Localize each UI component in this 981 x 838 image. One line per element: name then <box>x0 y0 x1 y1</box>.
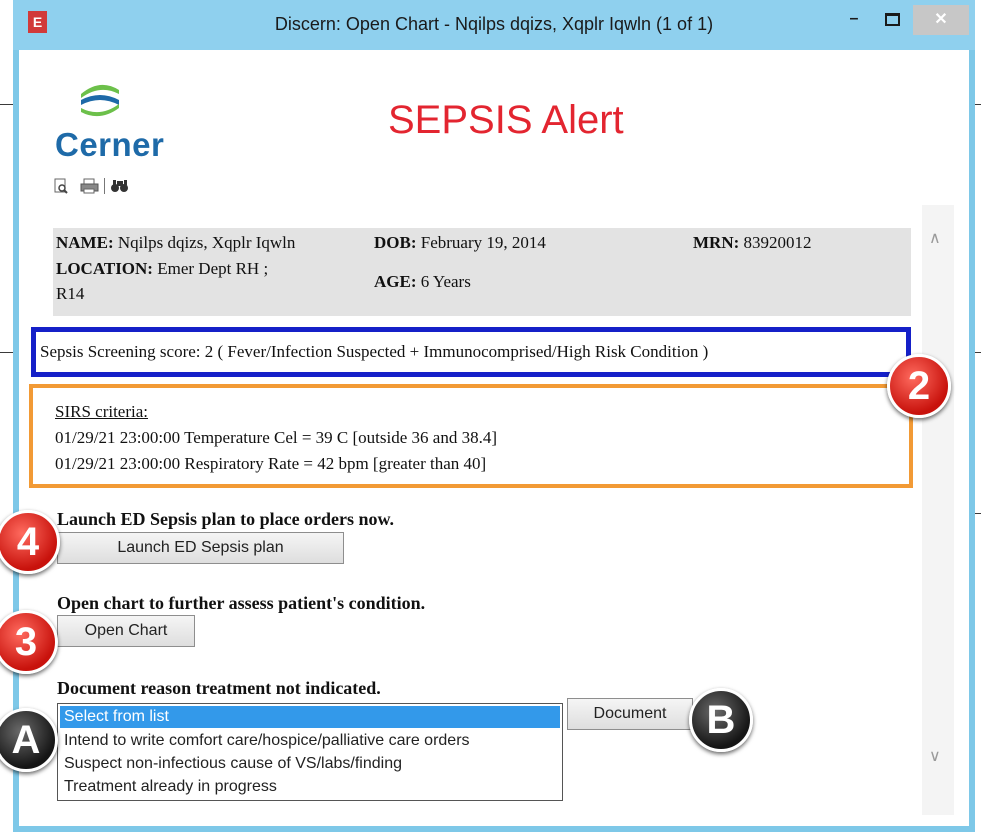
open-chart-button[interactable]: Open Chart <box>57 615 195 647</box>
list-item-select-from-list[interactable]: Select from list <box>60 706 560 728</box>
guide-line-top-right <box>975 104 981 105</box>
sirs-heading: SIRS criteria: <box>55 402 149 421</box>
patient-name: NAME: Nqilps dqizs, Xqplr Iqwln <box>56 233 296 252</box>
preview-icon[interactable] <box>53 178 69 199</box>
document-heading: Document reason treatment not indicated. <box>57 678 381 698</box>
screening-score-text: Sepsis Screening score: 2 ( Fever/Infect… <box>40 342 709 361</box>
cerner-logo-text: Cerner <box>55 126 165 163</box>
list-item-non-infectious[interactable]: Suspect non-infectious cause of VS/labs/… <box>60 753 560 775</box>
callout-b: B <box>689 688 753 752</box>
launch-ed-sepsis-plan-button[interactable]: Launch ED Sepsis plan <box>57 532 344 564</box>
patient-mrn: MRN: 83920012 <box>693 233 812 252</box>
patient-location: LOCATION: Emer Dept RH ; <box>56 259 269 278</box>
toolbar-divider <box>104 178 105 194</box>
vertical-scrollbar[interactable] <box>922 205 954 815</box>
screening-score-box: Sepsis Screening score: 2 ( Fever/Infect… <box>31 327 911 377</box>
title-bar[interactable]: E Discern: Open Chart - Nqilps dqizs, Xq… <box>13 0 975 50</box>
reason-listbox[interactable]: Select from list Intend to write comfort… <box>57 703 563 801</box>
guide-line-top-left <box>0 104 14 105</box>
maximize-icon <box>884 13 900 26</box>
patient-age: AGE: 6 Years <box>374 272 471 291</box>
list-item-comfort-care[interactable]: Intend to write comfort care/hospice/pal… <box>60 730 560 752</box>
patient-location-room: R14 <box>56 284 85 303</box>
find-icon[interactable] <box>110 178 130 199</box>
guide-line-low-right <box>975 513 981 514</box>
guide-line-mid-right <box>975 352 981 353</box>
open-chart-heading: Open chart to further assess patient's c… <box>57 593 426 613</box>
maximize-button[interactable] <box>881 8 903 34</box>
scroll-down-icon[interactable]: ∨ <box>929 746 941 765</box>
list-item-treatment-in-progress[interactable]: Treatment already in progress <box>60 776 560 798</box>
patient-dob: DOB: February 19, 2014 <box>374 233 546 252</box>
window-title: Discern: Open Chart - Nqilps dqizs, Xqpl… <box>274 14 714 34</box>
sirs-respiratory-rate: 01/29/21 23:00:00 Respiratory Rate = 42 … <box>55 454 487 473</box>
launch-heading: Launch ED Sepsis plan to place orders no… <box>57 509 395 529</box>
scroll-up-icon[interactable]: ∧ <box>929 228 941 247</box>
alert-title: SEPSIS Alert <box>388 98 624 142</box>
document-button[interactable]: Document <box>567 698 693 730</box>
guide-line-mid-left <box>0 352 14 353</box>
callout-2: 2 <box>887 354 951 418</box>
patient-banner: NAME: Nqilps dqizs, Xqplr Iqwln DOB: Feb… <box>53 228 911 316</box>
sirs-temperature: 01/29/21 23:00:00 Temperature Cel = 39 C… <box>55 428 497 447</box>
close-button[interactable]: ✕ <box>913 5 969 35</box>
print-icon[interactable] <box>80 178 100 199</box>
minimize-button[interactable]: – <box>843 8 865 34</box>
cerner-logo-icon <box>81 84 119 117</box>
